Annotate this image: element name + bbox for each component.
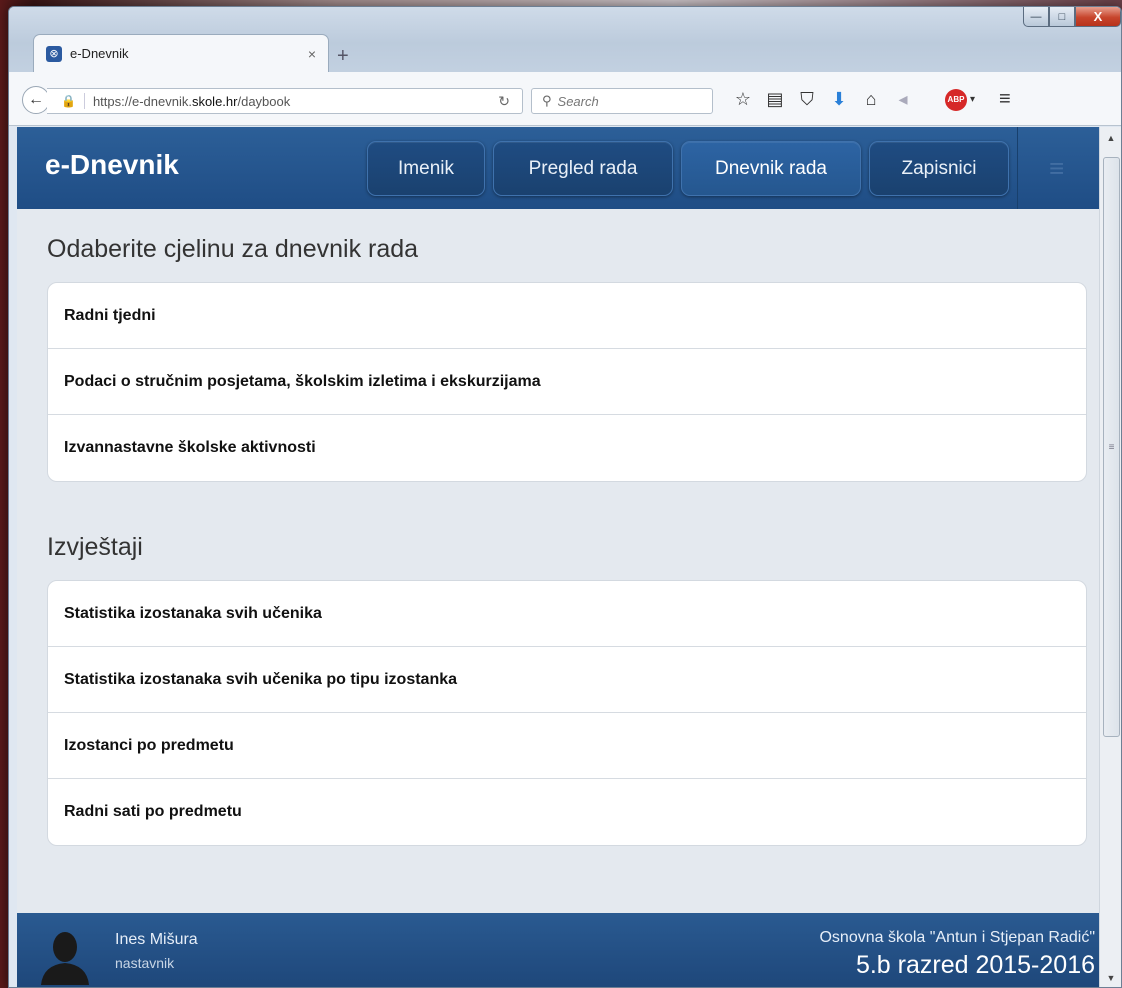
toolbar-icons: ☆ ▤ ⛉ ⬇ ⌂ ◂ ABP ▾ ≡ <box>727 88 1011 111</box>
page-viewport: e-Dnevnik Imenik Pregled rada Dnevnik ra… <box>17 127 1099 987</box>
menu-icon[interactable]: ≡ <box>999 88 1011 111</box>
avatar <box>41 932 89 985</box>
list-item[interactable]: Radni tjedni <box>48 283 1086 349</box>
navigation-toolbar: ← 🔒 https://e-dnevnik. skole.hr/daybook ↻… <box>9 72 1121 126</box>
nav-tab-imenik[interactable]: Imenik <box>367 141 485 196</box>
list-item[interactable]: Statistika izostanaka svih učenika po ti… <box>48 647 1086 713</box>
list-item[interactable]: Radni sati po predmetu <box>48 779 1086 845</box>
browser-window: — □ X ⊗ e-Dnevnik × + ← 🔒 https://e-dnev… <box>8 6 1122 988</box>
nav-tab-pregled-rada[interactable]: Pregled rada <box>493 141 673 196</box>
search-input[interactable]: ⚲ Search <box>531 88 713 114</box>
back-arrow-icon[interactable]: ← <box>22 86 50 114</box>
bookmarks-list-icon[interactable]: ▤ <box>759 89 791 110</box>
list-item[interactable]: Izvannastavne školske aktivnosti <box>48 415 1086 481</box>
list-item[interactable]: Podaci o stručnim posjetama, školskim iz… <box>48 349 1086 415</box>
scroll-down-arrow-icon[interactable]: ▼ <box>1100 973 1121 983</box>
pocket-icon[interactable]: ⛉ <box>791 89 823 110</box>
app-footer: Ines Mišura nastavnik Osnovna škola "Ant… <box>17 913 1099 987</box>
url-prefix: https://e-dnevnik. <box>92 93 192 109</box>
reload-icon[interactable]: ↻ <box>498 93 510 110</box>
main-nav: Imenik Pregled rada Dnevnik rada Zapisni… <box>367 141 1009 196</box>
daybook-list: Radni tjedni Podaci o stručnim posjetama… <box>47 282 1087 482</box>
lock-icon: 🔒 <box>61 94 76 108</box>
list-item[interactable]: Statistika izostanaka svih učenika <box>48 581 1086 647</box>
reports-list: Statistika izostanaka svih učenika Stati… <box>47 580 1087 846</box>
url-separator <box>83 93 85 109</box>
section-title-reports: Izvještaji <box>47 533 143 561</box>
scroll-up-arrow-icon[interactable]: ▲ <box>1100 133 1121 143</box>
nav-tab-dnevnik-rada[interactable]: Dnevnik rada <box>681 141 861 196</box>
user-role: nastavnik <box>115 955 175 971</box>
maximize-button[interactable]: □ <box>1049 7 1075 27</box>
close-window-button[interactable]: X <box>1075 7 1121 27</box>
app-logo[interactable]: e-Dnevnik <box>45 149 179 181</box>
search-placeholder: Search <box>557 93 599 109</box>
site-favicon-icon: ⊗ <box>46 45 62 62</box>
header-divider <box>1017 127 1018 209</box>
adblock-icon[interactable]: ABP <box>945 88 967 111</box>
section-title-daybook: Odaberite cjelinu za dnevnik rada <box>47 235 419 263</box>
class-year: 5.b razred 2015-2016 <box>855 951 1095 979</box>
hamburger-icon[interactable]: ≡ <box>1049 153 1064 184</box>
url-host: skole.hr <box>191 93 238 109</box>
chevron-down-icon[interactable]: ▾ <box>970 94 975 105</box>
window-controls: — □ X <box>1023 7 1121 27</box>
page-scrollbar[interactable]: ▲ ≡ ▼ <box>1099 127 1121 987</box>
minimize-button[interactable]: — <box>1023 7 1049 27</box>
bookmark-star-icon[interactable]: ☆ <box>727 89 759 110</box>
url-path: /daybook <box>237 93 291 109</box>
tab-title: e-Dnevnik <box>70 46 129 61</box>
home-icon[interactable]: ⌂ <box>855 89 887 110</box>
download-icon[interactable]: ⬇ <box>823 89 855 110</box>
user-name: Ines Mišura <box>115 931 198 948</box>
tab-close-icon[interactable]: × <box>308 46 316 62</box>
share-icon[interactable]: ◂ <box>887 89 919 110</box>
list-item[interactable]: Izostanci po predmetu <box>48 713 1086 779</box>
nav-tab-zapisnici[interactable]: Zapisnici <box>869 141 1009 196</box>
school-name: Osnovna škola "Antun i Stjepan Radić" <box>819 929 1095 946</box>
browser-tab[interactable]: ⊗ e-Dnevnik × <box>33 34 329 72</box>
search-icon: ⚲ <box>542 93 552 108</box>
url-bar[interactable]: 🔒 https://e-dnevnik. skole.hr/daybook ↻ <box>47 88 523 114</box>
app-header: e-Dnevnik Imenik Pregled rada Dnevnik ra… <box>17 127 1099 209</box>
new-tab-button[interactable]: + <box>337 45 349 68</box>
scroll-thumb[interactable]: ≡ <box>1103 157 1120 737</box>
